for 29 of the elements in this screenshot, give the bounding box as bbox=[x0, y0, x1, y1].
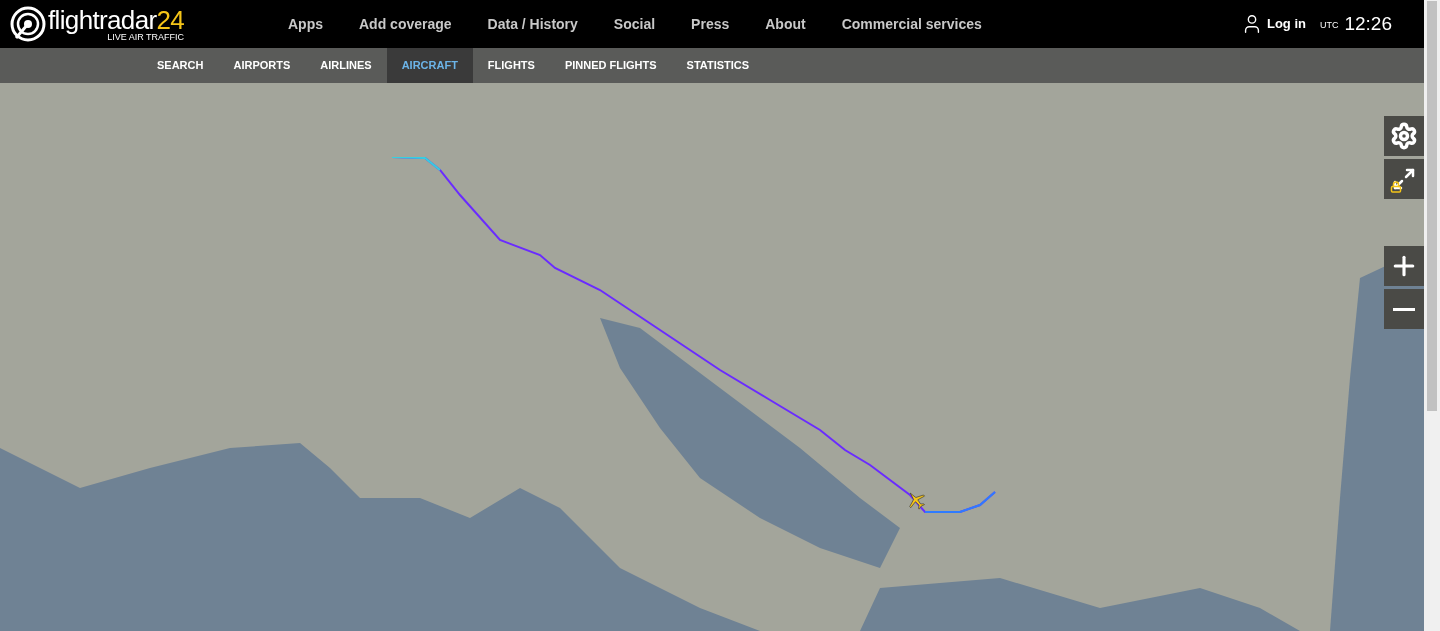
airplane-icon[interactable] bbox=[906, 490, 926, 510]
nav-link[interactable]: About bbox=[747, 13, 824, 35]
expand-arrows-icon bbox=[1392, 167, 1416, 191]
nav-link[interactable]: Social bbox=[595, 13, 674, 35]
settings-button[interactable] bbox=[1384, 116, 1424, 156]
sub-nav-tab[interactable]: PINNED FLIGHTS bbox=[549, 48, 672, 83]
nav-link[interactable]: Add coverage bbox=[341, 13, 470, 35]
scrollbar[interactable] bbox=[1424, 0, 1440, 631]
nav-link[interactable]: Press bbox=[673, 13, 748, 35]
nav-link[interactable]: Data / History bbox=[469, 13, 596, 35]
clock-time: 12:26 bbox=[1344, 11, 1392, 36]
sub-nav-tab[interactable]: AIRPORTS bbox=[218, 48, 306, 83]
sub-nav-tab[interactable]: AIRLINES bbox=[305, 48, 387, 83]
zoom-out-button[interactable] bbox=[1384, 289, 1424, 329]
sub-nav-tab[interactable]: STATISTICS bbox=[671, 48, 765, 83]
zoom-in-button[interactable] bbox=[1384, 246, 1424, 286]
nav-link[interactable]: Apps bbox=[270, 13, 341, 35]
logo-wordmark[interactable]: flightradar24 bbox=[48, 6, 185, 33]
sub-nav-tab[interactable]: FLIGHTS bbox=[472, 48, 550, 83]
radar-logo-icon bbox=[10, 6, 46, 42]
sub-nav-tab[interactable]: SEARCH bbox=[142, 48, 219, 83]
logo-tagline: LIVE AIR TRAFFIC bbox=[107, 32, 185, 42]
settings-icon bbox=[1390, 122, 1418, 150]
login-button[interactable]: Log in bbox=[1240, 13, 1306, 35]
utc-label: UTC bbox=[1319, 19, 1339, 33]
nav-link[interactable]: Commercial services bbox=[823, 13, 1000, 35]
sub-nav-tab[interactable]: AIRCRAFT bbox=[386, 48, 473, 83]
minus-icon bbox=[1393, 307, 1415, 311]
fullscreen-button[interactable] bbox=[1384, 159, 1424, 199]
